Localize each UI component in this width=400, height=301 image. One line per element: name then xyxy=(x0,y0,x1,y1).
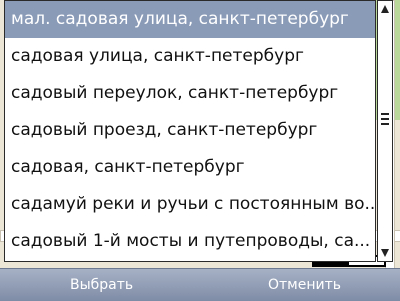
list-item[interactable]: садовый проезд, санкт-петербург xyxy=(5,112,375,149)
select-softkey-button[interactable]: Выбрать xyxy=(70,269,133,301)
list-item[interactable]: мал. садовая улица, санкт-петербург xyxy=(5,1,375,38)
scroll-up-arrow-icon[interactable] xyxy=(380,4,390,14)
scroll-grip-icon[interactable] xyxy=(381,113,389,125)
list-item[interactable]: садовый 1-й мосты и путепроводы, са... xyxy=(5,223,375,260)
cancel-softkey-button[interactable]: Отменить xyxy=(268,269,341,301)
scrollbar[interactable] xyxy=(377,0,393,262)
scroll-down-arrow-icon[interactable] xyxy=(380,248,390,258)
suggestion-list[interactable]: мал. садовая улица, санкт-петербург садо… xyxy=(4,0,376,262)
list-item[interactable]: садамуй реки и ручьи с постоянным во... xyxy=(5,186,375,223)
list-item[interactable]: садовый переулок, санкт-петербург xyxy=(5,75,375,112)
list-item[interactable]: садовая, санкт-петербург xyxy=(5,149,375,186)
softkey-bar: Выбрать Отменить xyxy=(0,268,400,301)
list-item[interactable]: садовая улица, санкт-петербург xyxy=(5,38,375,75)
